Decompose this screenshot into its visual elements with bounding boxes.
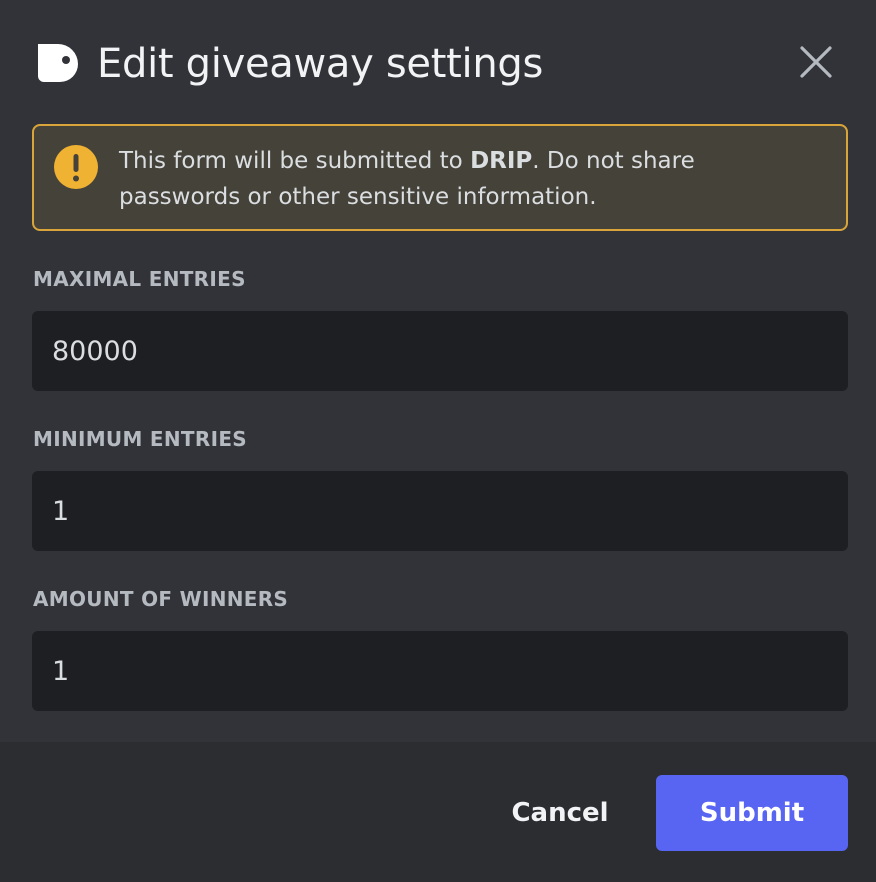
- close-button[interactable]: [794, 40, 838, 84]
- amount-of-winners-label: AMOUNT OF WINNERS: [33, 587, 289, 611]
- modal-header: Edit giveaway settings: [0, 0, 876, 124]
- cancel-button[interactable]: Cancel: [500, 775, 620, 851]
- warning-text: This form will be submitted to DRIP. Do …: [119, 143, 819, 215]
- warning-app-name: DRIP: [470, 148, 533, 174]
- maximal-entries-input[interactable]: [32, 311, 848, 391]
- exclamation-icon: [54, 145, 98, 189]
- minimum-entries-input[interactable]: [32, 471, 848, 551]
- drip-app-icon: [38, 44, 78, 82]
- modal-footer: Cancel Submit: [0, 742, 876, 882]
- giveaway-settings-modal: Edit giveaway settings This form will be…: [0, 0, 876, 882]
- maximal-entries-label: MAXIMAL ENTRIES: [33, 267, 246, 291]
- warning-text-prefix: This form will be submitted to: [119, 148, 471, 174]
- amount-of-winners-input[interactable]: [32, 631, 848, 711]
- minimum-entries-label: MINIMUM ENTRIES: [33, 427, 247, 451]
- submit-button[interactable]: Submit: [656, 775, 848, 851]
- close-icon: [800, 46, 832, 78]
- warning-notice: This form will be submitted to DRIP. Do …: [32, 124, 848, 231]
- modal-title: Edit giveaway settings: [97, 41, 543, 87]
